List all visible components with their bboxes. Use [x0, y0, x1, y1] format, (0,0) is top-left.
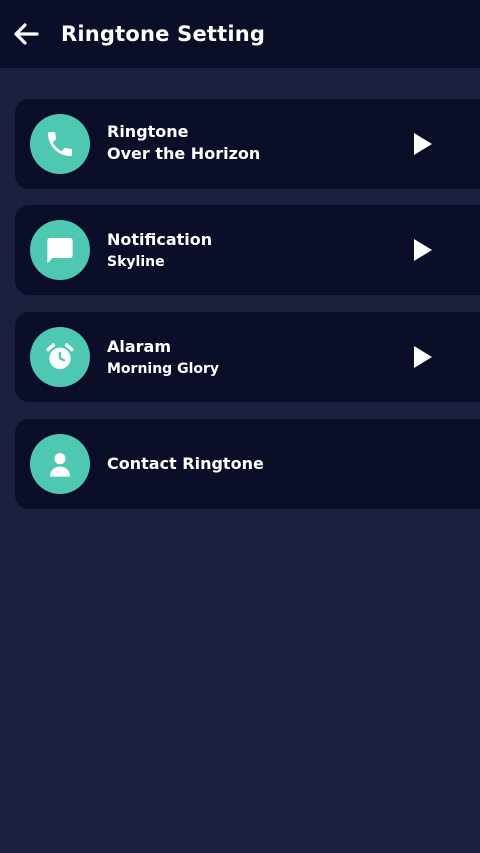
play-icon[interactable]	[413, 133, 433, 155]
alarm-icon-badge	[30, 327, 90, 387]
alarm-label: Alaram	[107, 337, 172, 356]
back-button[interactable]	[12, 20, 42, 48]
ringtone-icon-badge	[30, 114, 90, 174]
app-header: Ringtone Setting	[0, 0, 480, 68]
ringtone-label: Ringtone	[107, 122, 189, 141]
notification-value: Skyline	[107, 254, 165, 270]
alarm-value: Morning Glory	[107, 361, 220, 377]
contact-icon-badge	[30, 434, 90, 494]
notification-item[interactable]: Notification Skyline	[15, 205, 480, 295]
notification-label: Notification	[107, 230, 213, 249]
alarm-clock-icon	[46, 343, 74, 369]
notification-icon-badge	[30, 220, 90, 280]
message-icon	[47, 238, 73, 264]
contact-ringtone-item[interactable]: Contact Ringtone	[15, 419, 480, 509]
person-icon	[50, 453, 70, 477]
play-icon[interactable]	[413, 239, 433, 261]
page-title: Ringtone Setting	[61, 22, 266, 46]
alarm-item[interactable]: Alaram Morning Glory	[15, 312, 480, 402]
contact-ringtone-label: Contact Ringtone	[107, 454, 264, 473]
ringtone-item[interactable]: Ringtone Over the Horizon	[15, 99, 480, 189]
arrow-left-icon	[14, 23, 39, 45]
play-icon[interactable]	[413, 346, 433, 368]
phone-icon	[48, 132, 72, 156]
ringtone-value: Over the Horizon	[107, 144, 261, 163]
